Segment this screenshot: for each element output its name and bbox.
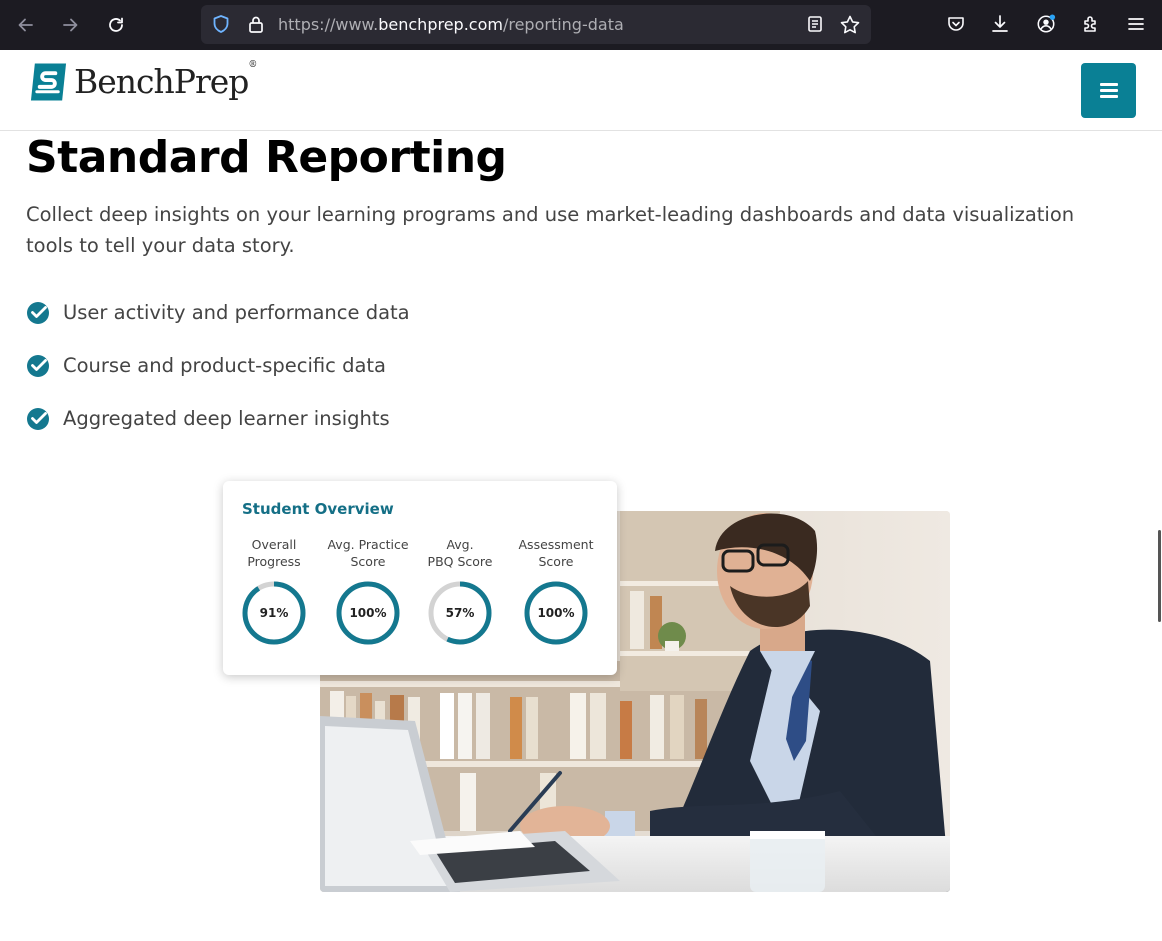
menu-bar — [1099, 89, 1118, 92]
feature-label: Course and product-specific data — [63, 354, 386, 377]
menu-bar — [1099, 83, 1118, 86]
metric-value: 100% — [349, 606, 387, 620]
feature-list: User activity and performance data Cours… — [26, 286, 410, 445]
logo-registered-mark: ® — [248, 60, 257, 70]
menu-bar — [1099, 95, 1118, 98]
student-overview-card: Student Overview Overall Progress 91% Av… — [223, 481, 617, 675]
address-bar[interactable]: https://www.benchprep.com/reporting-data — [201, 5, 871, 44]
pocket-icon[interactable] — [944, 12, 968, 36]
progress-ring: 100% — [523, 580, 589, 646]
metric-avg-pbq-score: Avg. PBQ Score 57% — [415, 536, 505, 646]
feature-label: User activity and performance data — [63, 301, 410, 324]
progress-ring: 100% — [335, 580, 401, 646]
logo-text: BenchPrep — [74, 62, 249, 101]
metric-value: 100% — [537, 606, 575, 620]
lock-icon[interactable] — [246, 14, 266, 34]
metric-avg-practice-score: Avg. Practice Score 100% — [323, 536, 413, 646]
feature-label: Aggregated deep learner insights — [63, 407, 390, 430]
url-prefix: https://www. — [278, 15, 379, 34]
url-path: /reporting-data — [502, 15, 624, 34]
site-header: BenchPrep® — [0, 50, 1162, 131]
hamburger-menu-button[interactable] — [1081, 63, 1136, 118]
back-icon[interactable] — [11, 10, 41, 40]
extensions-icon[interactable] — [1079, 12, 1103, 36]
reader-view-icon[interactable] — [805, 14, 825, 34]
metric-label: Avg. PBQ Score — [427, 537, 493, 569]
reload-icon[interactable] — [101, 10, 131, 40]
feature-item: Course and product-specific data — [26, 339, 410, 392]
shield-icon[interactable] — [211, 14, 231, 34]
intro-paragraph: Collect deep insights on your learning p… — [26, 203, 1075, 257]
progress-ring: 91% — [241, 580, 307, 646]
check-circle-icon — [27, 354, 49, 377]
scrollbar-thumb[interactable] — [1158, 530, 1161, 622]
metric-label: Overall Progress — [247, 537, 301, 569]
metric-overall-progress: Overall Progress 91% — [229, 536, 319, 646]
account-icon[interactable] — [1034, 12, 1058, 36]
metric-label: Assessment Score — [518, 537, 594, 569]
check-circle-icon — [27, 301, 49, 324]
url-domain: benchprep.com — [378, 15, 503, 34]
card-title: Student Overview — [242, 500, 394, 518]
browser-toolbar: https://www.benchprep.com/reporting-data — [0, 0, 1162, 50]
forward-icon[interactable] — [55, 10, 85, 40]
benchprep-logo[interactable]: BenchPrep® — [29, 60, 257, 101]
logo-mark-icon — [30, 62, 67, 101]
metric-value: 57% — [445, 606, 475, 620]
check-circle-icon — [27, 407, 49, 430]
progress-ring: 57% — [427, 580, 493, 646]
logo-wordmark: BenchPrep® — [74, 60, 257, 101]
app-menu-icon[interactable] — [1124, 12, 1148, 36]
metric-label: Avg. Practice Score — [327, 537, 409, 569]
download-icon[interactable] — [988, 12, 1012, 36]
feature-item: User activity and performance data — [26, 286, 410, 339]
feature-item: Aggregated deep learner insights — [26, 392, 410, 445]
bookmark-star-icon[interactable] — [839, 14, 861, 36]
url-text[interactable]: https://www.benchprep.com/reporting-data — [278, 15, 624, 34]
metric-value: 91% — [259, 606, 289, 620]
metric-assessment-score: Assessment Score 100% — [511, 536, 601, 646]
page-title: Standard Reporting — [26, 132, 507, 183]
